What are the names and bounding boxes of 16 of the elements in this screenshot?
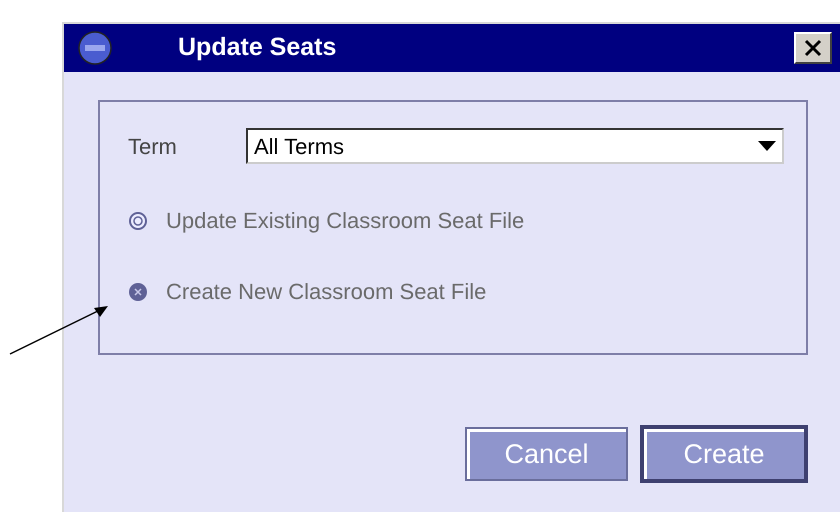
close-button[interactable] <box>794 32 832 64</box>
close-icon <box>803 38 823 58</box>
term-dropdown[interactable]: All Terms <box>246 128 784 164</box>
radio-button[interactable] <box>128 282 148 302</box>
app-logo-icon <box>78 31 112 65</box>
window-title: Update Seats <box>178 32 336 64</box>
radio-option[interactable]: Update Existing Classroom Seat File <box>128 204 806 237</box>
option-label: Update Existing Classroom Seat File <box>166 207 524 235</box>
default-button[interactable]: Create <box>640 425 808 483</box>
dialog-button[interactable]: Cancel <box>465 427 628 481</box>
dropdown-caret-icon <box>758 141 776 151</box>
option-label: Create New Classroom Seat File <box>166 278 486 306</box>
term-label: Term <box>128 132 178 160</box>
radio-option[interactable]: Create New Classroom Seat File <box>128 275 806 308</box>
radio-button[interactable] <box>128 210 148 230</box>
dropdown-value: All Terms <box>254 132 344 160</box>
